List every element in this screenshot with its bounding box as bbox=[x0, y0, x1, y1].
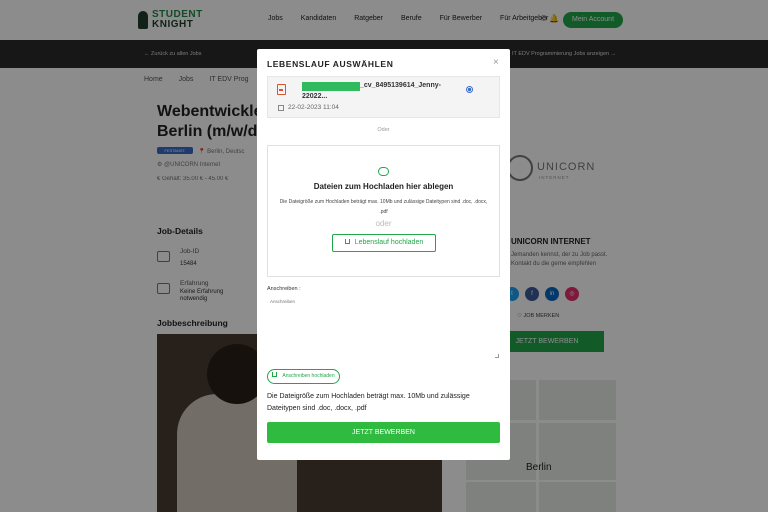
or-divider-large: oder bbox=[375, 219, 392, 228]
cv-select-radio[interactable] bbox=[466, 86, 473, 93]
pdf-file-icon bbox=[277, 84, 286, 95]
dropzone-file-info: Die Dateigröße zum Hochladen beträgt max… bbox=[279, 199, 488, 215]
file-size-note: Die Dateigröße zum Hochladen beträgt max… bbox=[267, 393, 470, 412]
saved-cv-option[interactable]: _cv_8495139614_Jenny- 22022... 22-02-202… bbox=[267, 76, 500, 118]
textarea-resize-handle[interactable] bbox=[495, 354, 499, 358]
cv-filename-part-1: _cv_8495139614_Jenny- bbox=[360, 82, 441, 89]
cover-letter-label: Anschreiben : bbox=[267, 286, 301, 292]
modal-title: LEBENSLAUF AUSWÄHLEN bbox=[267, 59, 394, 69]
close-icon[interactable]: × bbox=[493, 57, 499, 68]
upload-cv-button[interactable]: Lebenslauf hochladen bbox=[332, 234, 436, 252]
upload-cover-letter-label: Anschreiben hochladen bbox=[282, 373, 335, 379]
cv-filename-part-2: 22022... bbox=[302, 93, 328, 100]
dropzone-title: Dateien zum Hochladen hier ablegen bbox=[313, 182, 454, 191]
redacted-name-block bbox=[302, 82, 360, 91]
cover-letter-textarea[interactable] bbox=[267, 297, 500, 360]
upload-cover-letter-button[interactable]: Anschreiben hochladen bbox=[267, 369, 340, 384]
upload-cv-label: Lebenslauf hochladen bbox=[354, 239, 424, 246]
upload-icon bbox=[272, 372, 278, 377]
apply-now-button[interactable]: JETZT BEWERBEN bbox=[267, 422, 500, 443]
cv-upload-date: 22-02-2023 11:04 bbox=[288, 104, 339, 111]
file-dropzone[interactable]: Dateien zum Hochladen hier ablegen Die D… bbox=[267, 145, 500, 277]
upload-icon bbox=[344, 239, 350, 244]
cloud-upload-icon bbox=[378, 167, 389, 176]
calendar-icon bbox=[278, 105, 284, 111]
or-divider-small: Oder bbox=[377, 127, 390, 133]
select-cv-modal: LEBENSLAUF AUSWÄHLEN × _cv_8495139614_Je… bbox=[257, 49, 510, 460]
